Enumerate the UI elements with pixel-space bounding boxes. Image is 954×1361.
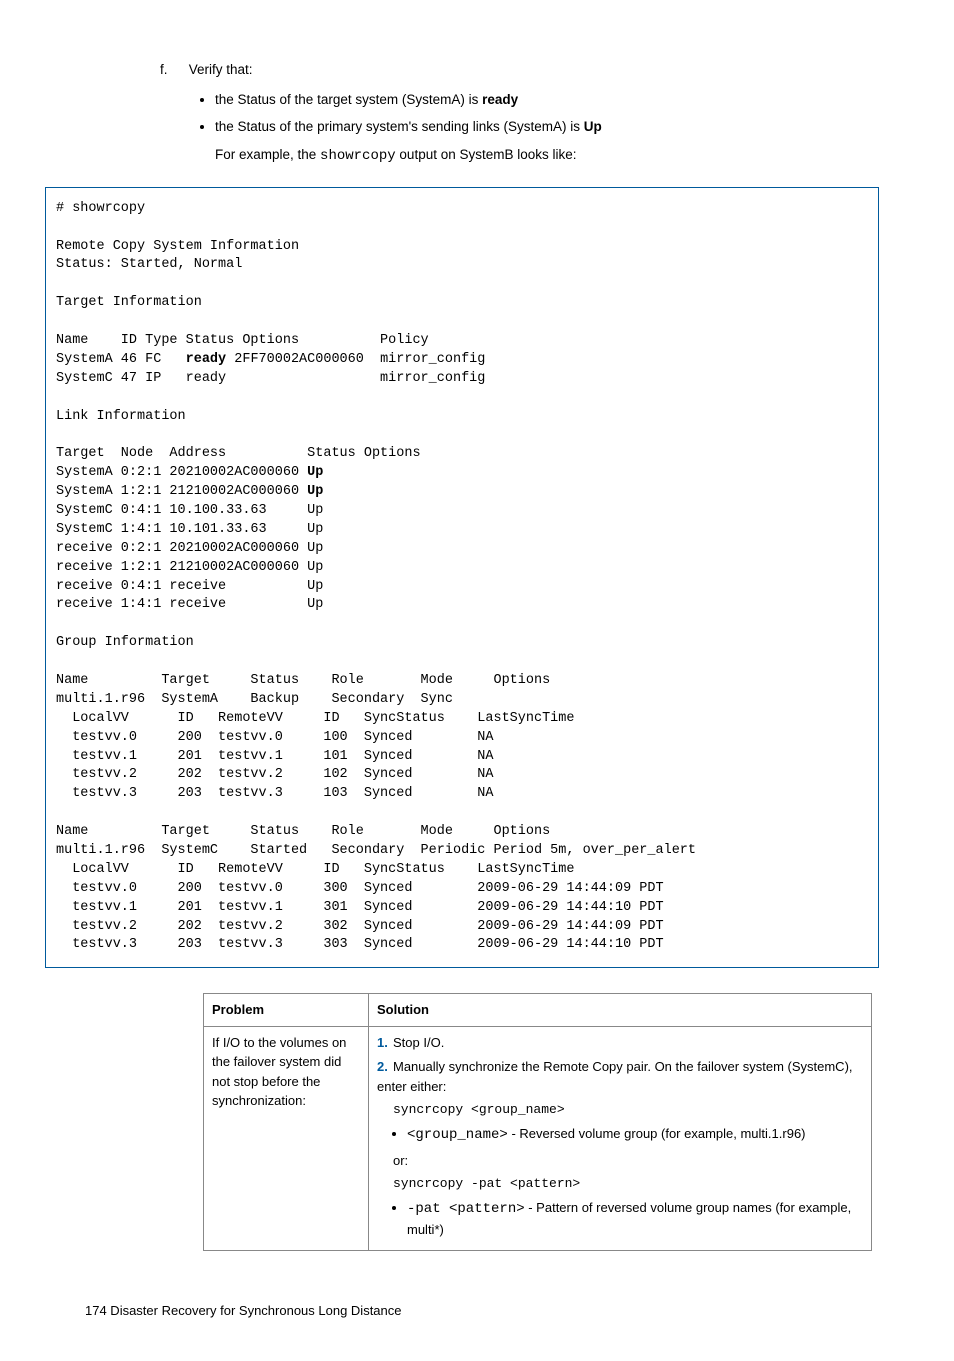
th-problem: Problem	[204, 994, 369, 1027]
bullet-text: the Status of the primary system's sendi…	[215, 119, 584, 134]
sol-code: syncrcopy -pat <pattern>	[393, 1174, 863, 1194]
bullet-item: the Status of the target system (SystemA…	[215, 90, 869, 110]
bullet-bold: ready	[482, 92, 518, 107]
terminal-pre: # showrcopy Remote Copy System Informati…	[56, 200, 868, 956]
sol-code: syncrcopy <group_name>	[393, 1100, 863, 1120]
sol-text: Stop I/O.	[393, 1035, 444, 1050]
solution-cell: 1.Stop I/O. 2.Manually synchronize the R…	[369, 1026, 872, 1251]
bullet-bold: Up	[584, 119, 602, 134]
problem-solution-table: Problem Solution If I/O to the volumes o…	[203, 993, 872, 1251]
th-solution: Solution	[369, 994, 872, 1027]
bullet-text: the Status of the target system (SystemA…	[215, 92, 482, 107]
step-f: f. Verify that:	[160, 60, 869, 80]
sol-bullet-code: <group_name>	[407, 1127, 508, 1143]
verify-bullets: the Status of the target system (SystemA…	[215, 90, 869, 137]
fe-post: output on SystemB looks like:	[396, 147, 577, 162]
sol-text: Manually synchronize the Remote Copy pai…	[377, 1059, 853, 1094]
fe-pre: For example, the	[215, 147, 320, 162]
step-marker: f.	[160, 60, 185, 80]
sol-bullet-code: -pat <pattern>	[407, 1201, 525, 1217]
table-row: If I/O to the volumes on the failover sy…	[204, 1026, 872, 1251]
step-text: Verify that:	[189, 62, 253, 77]
problem-cell: If I/O to the volumes on the failover sy…	[204, 1026, 369, 1251]
bullet-item: the Status of the primary system's sendi…	[215, 117, 869, 137]
for-example-line: For example, the showrcopy output on Sys…	[215, 145, 869, 167]
sol-or: or:	[393, 1151, 863, 1171]
sol-bullet-text: - Reversed volume group (for example, mu…	[508, 1126, 806, 1141]
sol-step-2: 2.Manually synchronize the Remote Copy p…	[377, 1057, 863, 1239]
sol-bullet: <group_name> - Reversed volume group (fo…	[407, 1124, 863, 1146]
terminal-output: # showrcopy Remote Copy System Informati…	[45, 187, 879, 969]
sol-step-1: 1.Stop I/O.	[377, 1033, 863, 1053]
page-footer: 174 Disaster Recovery for Synchronous Lo…	[85, 1301, 869, 1321]
fe-cmd: showrcopy	[320, 148, 396, 164]
sol-bullet: -pat <pattern> - Pattern of reversed vol…	[407, 1198, 863, 1240]
